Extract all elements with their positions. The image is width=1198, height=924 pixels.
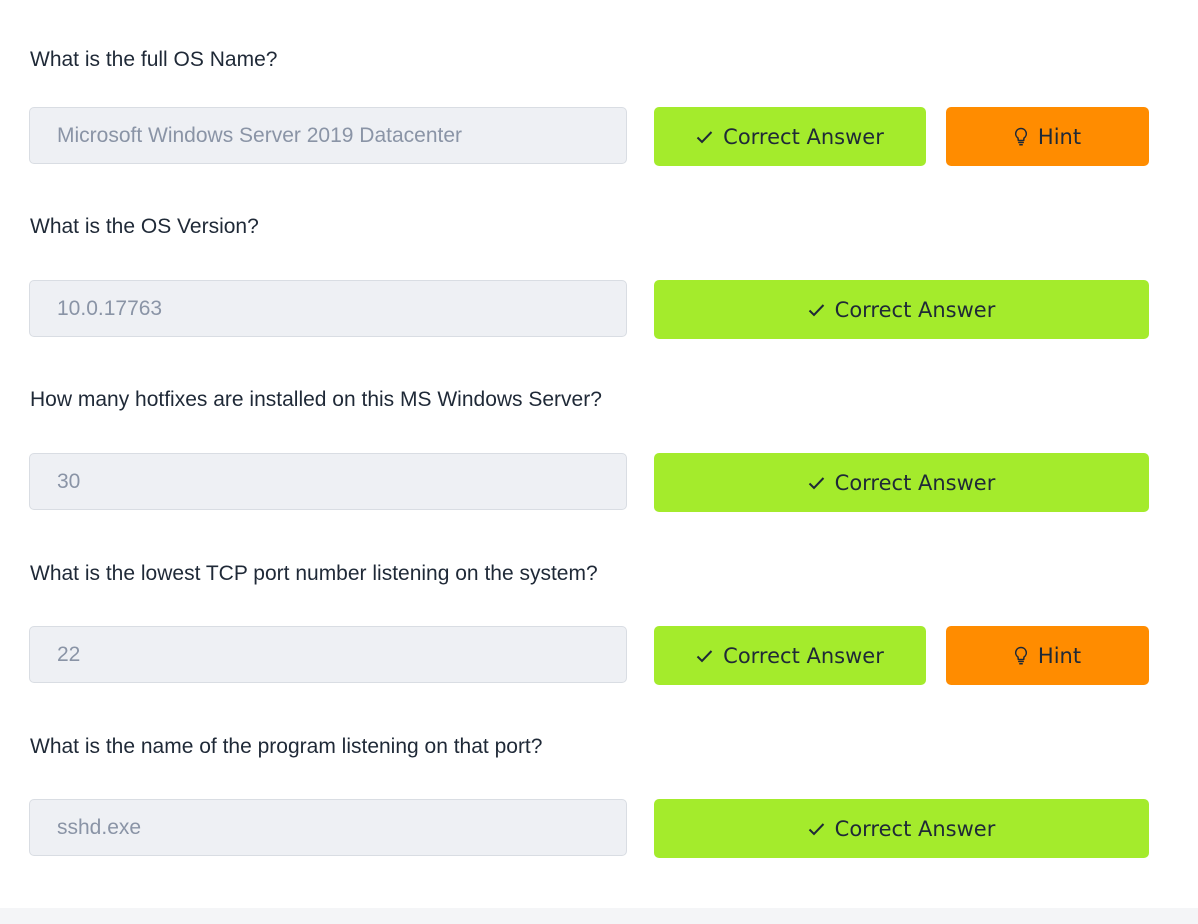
correct-answer-button[interactable]: Correct Answer (654, 453, 1149, 512)
answer-value: 30 (57, 469, 81, 493)
answer-field[interactable]: sshd.exe (29, 799, 627, 856)
question-text: What is the lowest TCP port number liste… (30, 562, 598, 585)
correct-answer-button[interactable]: Correct Answer (654, 280, 1149, 339)
answer-value: sshd.exe (57, 815, 142, 839)
check-icon (808, 303, 825, 317)
check-icon (696, 130, 713, 144)
lightbulb-icon (1014, 646, 1028, 666)
check-icon (696, 649, 713, 663)
answer-value: Microsoft Windows Server 2019 Datacenter (57, 123, 462, 147)
answer-field[interactable]: Microsoft Windows Server 2019 Datacenter (29, 107, 627, 164)
correct-answer-button[interactable]: Correct Answer (654, 107, 926, 166)
correct-answer-button[interactable]: Correct Answer (654, 799, 1149, 858)
answer-field[interactable]: 30 (29, 453, 627, 510)
correct-answer-button[interactable]: Correct Answer (654, 626, 926, 685)
check-icon (808, 476, 825, 490)
lightbulb-icon (1014, 127, 1028, 147)
check-icon (808, 822, 825, 836)
correct-answer-label: Correct Answer (834, 297, 996, 322)
correct-answer-label: Correct Answer (834, 470, 996, 495)
answer-value: 22 (57, 642, 81, 666)
answer-field[interactable]: 10.0.17763 (29, 280, 627, 337)
footer-strip (0, 908, 1198, 924)
hint-button[interactable]: Hint (946, 626, 1149, 685)
hint-button[interactable]: Hint (946, 107, 1149, 166)
answer-field[interactable]: 22 (29, 626, 627, 683)
question-text: What is the name of the program listenin… (30, 735, 543, 758)
answer-value: 10.0.17763 (57, 296, 163, 320)
hint-label: Hint (1037, 643, 1082, 668)
question-text: What is the full OS Name? (30, 48, 278, 71)
hint-label: Hint (1037, 124, 1082, 149)
correct-answer-label: Correct Answer (723, 643, 884, 668)
question-text: What is the OS Version? (30, 215, 259, 238)
correct-answer-label: Correct Answer (834, 816, 996, 841)
question-text: How many hotfixes are installed on this … (30, 388, 602, 411)
correct-answer-label: Correct Answer (723, 124, 884, 149)
